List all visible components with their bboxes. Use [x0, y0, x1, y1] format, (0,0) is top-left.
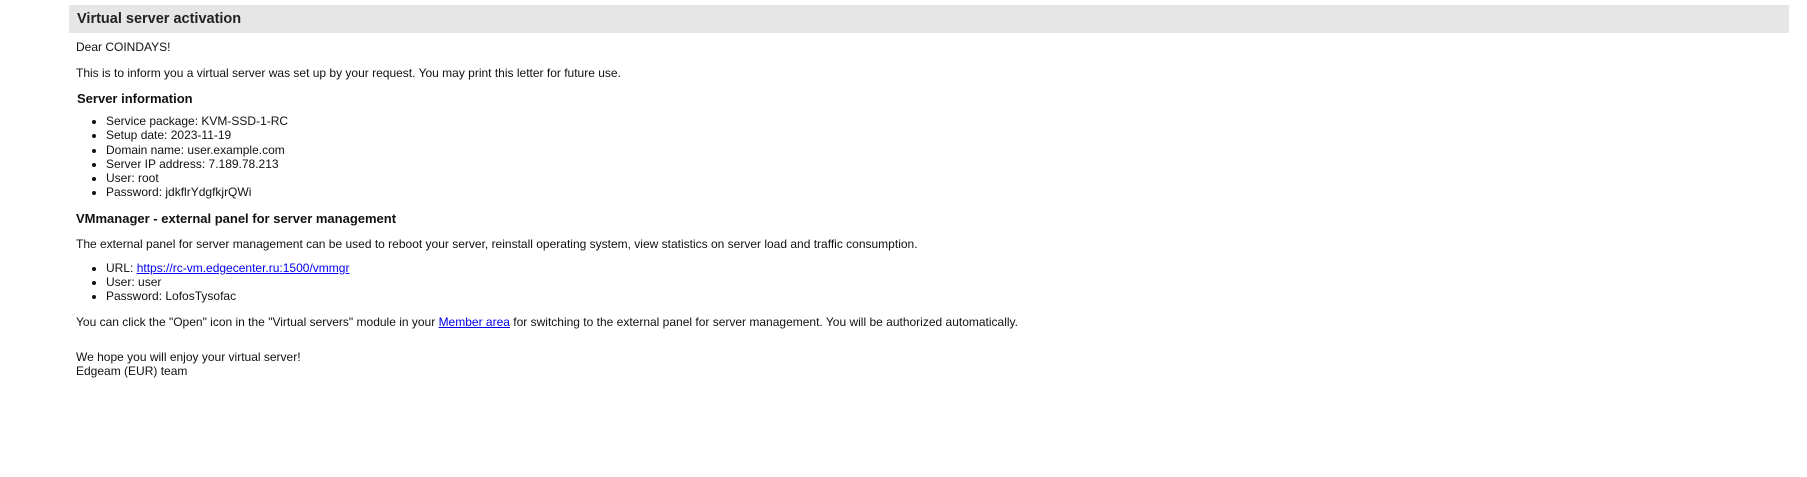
list-item-domain-name: Domain name: user.example.com	[106, 143, 1789, 157]
server-info-list: Service package: KVM-SSD-1-RC Setup date…	[76, 114, 1789, 200]
activation-letter: Virtual server activation Dear COINDAYS!…	[69, 5, 1789, 378]
item-label: User:	[106, 275, 135, 290]
member-area-link[interactable]: Member area	[439, 315, 510, 329]
item-value: 2023-11-19	[170, 128, 232, 143]
intro-text: This is to inform you a virtual server w…	[76, 66, 621, 80]
list-item-service-package: Service package: KVM-SSD-1-RC	[106, 114, 1789, 128]
signature: Edgeam (EUR) team	[76, 363, 188, 378]
list-item-setup-date: Setup date: 2023-11-19	[106, 128, 1789, 142]
vmmanager-description: The external panel for server management…	[76, 236, 918, 251]
item-label: Setup date:	[106, 128, 168, 143]
page-title: Virtual server activation	[69, 5, 1789, 33]
open-instructions: You can click the "Open" icon in the "Vi…	[76, 315, 1789, 330]
item-value: user.example.com	[187, 142, 285, 157]
item-label: Service package:	[106, 114, 199, 128]
item-label: Password:	[106, 185, 163, 200]
item-value: root	[138, 171, 159, 186]
item-value: jdkflrYdgfkjrQWi	[165, 185, 252, 200]
open-note-after: for switching to the external panel for …	[509, 314, 1018, 329]
open-note-before: You can click the "Open" icon in the "Vi…	[76, 314, 439, 329]
letter-body: Dear COINDAYS! This is to inform you a v…	[69, 40, 1789, 378]
list-item-panel-user: User: user	[106, 275, 1789, 289]
greeting: Dear COINDAYS!	[76, 40, 171, 54]
list-item-server-ip: Server IP address: 7.189.78.213	[106, 157, 1789, 171]
list-item-password: Password: jdkflrYdgfkjrQWi	[106, 185, 1789, 199]
server-info-heading: Server information	[77, 91, 193, 106]
item-value: 7.189.78.213	[208, 156, 279, 171]
closing-line: We hope you will enjoy your virtual serv…	[76, 349, 301, 364]
vmmanager-list: URL: https://rc-vm.edgecenter.ru:1500/vm…	[76, 261, 1789, 304]
item-label: Server IP address:	[106, 156, 206, 171]
closing: We hope you will enjoy your virtual serv…	[76, 350, 1789, 378]
vmmanager-url-link[interactable]: https://rc-vm.edgecenter.ru:1500/vmmgr	[137, 261, 350, 275]
vmmanager-heading: VMmanager - external panel for server ma…	[76, 210, 397, 226]
item-value: user	[138, 275, 162, 290]
list-item-url: URL: https://rc-vm.edgecenter.ru:1500/vm…	[106, 261, 1789, 275]
item-label: User:	[106, 171, 135, 186]
url-label: URL:	[106, 260, 134, 275]
list-item-panel-password: Password: LofosTysofac	[106, 289, 1789, 303]
item-label: Domain name:	[106, 142, 185, 157]
item-label: Password:	[106, 289, 163, 304]
list-item-user: User: root	[106, 171, 1789, 185]
item-value: KVM-SSD-1-RC	[201, 114, 289, 128]
item-value: LofosTysofac	[165, 289, 237, 304]
